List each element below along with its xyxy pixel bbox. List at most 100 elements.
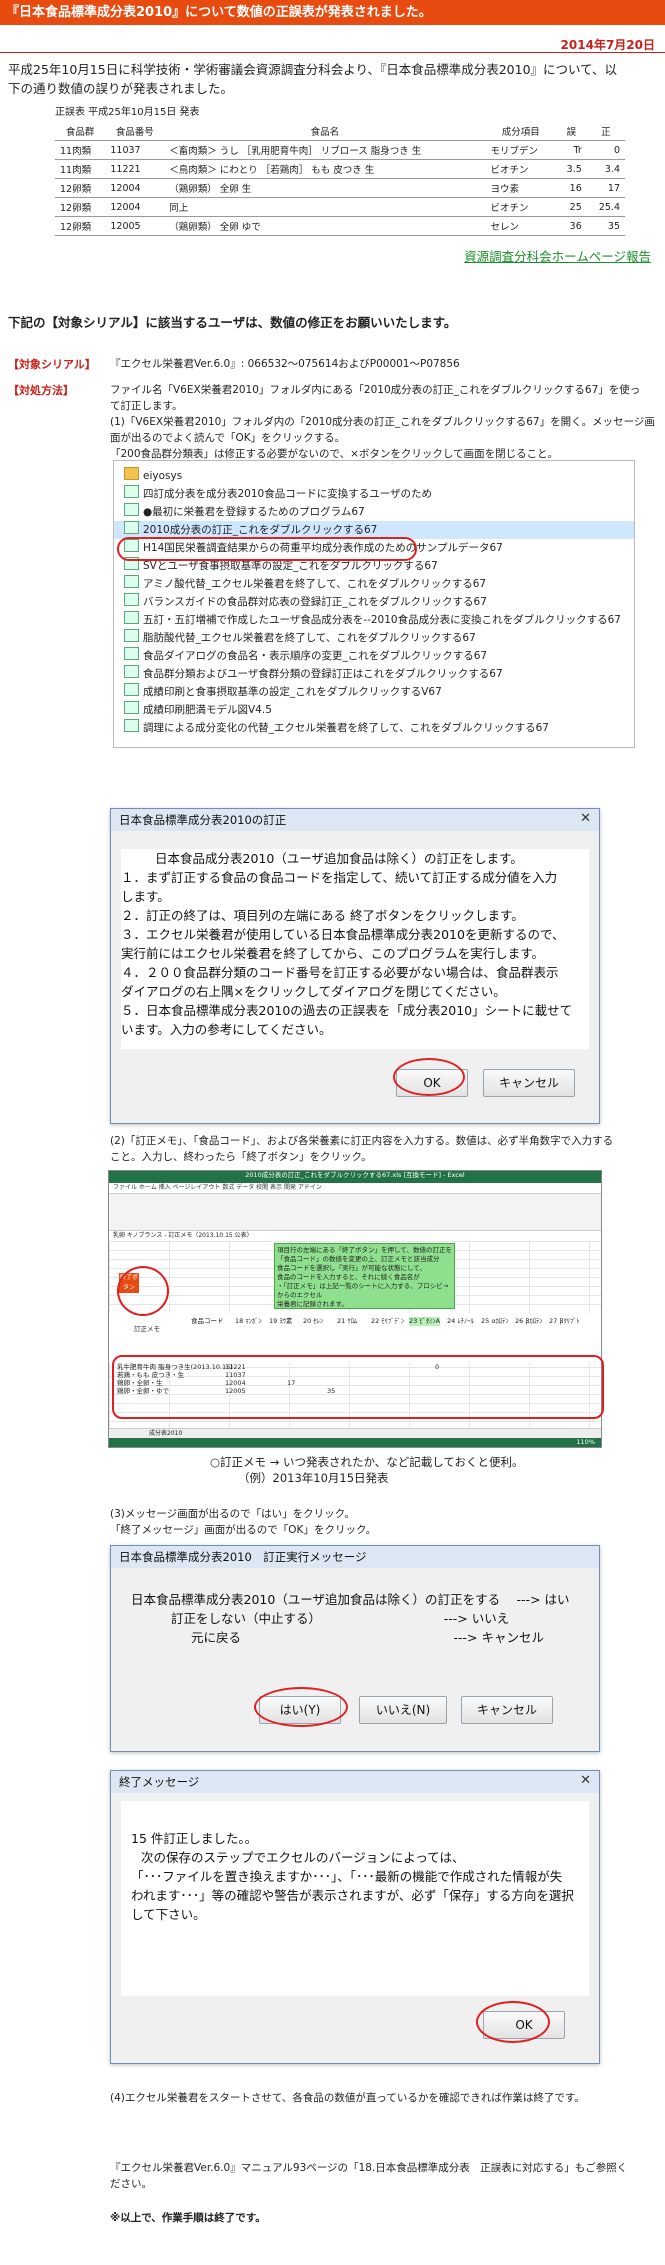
table-cell: 16 [556, 178, 587, 198]
file-item[interactable]: ●最初に栄養君を登録するためのプログラム67 [114, 503, 634, 521]
file-item-label: 脂肪酸代替_エクセル栄養君を終了して、これをダブルクリックする67 [143, 632, 476, 644]
col-code-header: 食品コード [191, 1317, 224, 1325]
excel-ribbon [109, 1194, 601, 1231]
notice-text: 下記の【対象シリアル】に該当するユーザは、数値の修正をお願いいたします。 [8, 315, 457, 330]
table-cell: 12卵類 [55, 197, 106, 217]
table-row: 11肉類 11037 ＜畜肉類＞ うし ［乳用肥育牛肉］ リブロース 脂身つき … [55, 140, 625, 160]
sheet-tab[interactable]: 成分表2010 [149, 1430, 182, 1437]
post-date: 2014年7月20日 [560, 38, 655, 52]
table-cell: 25.4 [586, 197, 625, 217]
col-header: 18 ﾏﾝｶﾞﾝ [235, 1317, 262, 1325]
file-item-label: 成績印刷肥満モデル図V4.5 [143, 704, 272, 716]
file-item-label: 五訂・五訂増補で作成したユーザ食品成分表を--2010食品成分表に変換これをダブ… [143, 614, 621, 626]
errata-header: 誤 [556, 122, 587, 141]
table-cell: 同上 [164, 197, 486, 217]
file-item[interactable]: 五訂・五訂増補で作成したユーザ食品成分表を--2010食品成分表に変換これをダブ… [114, 611, 634, 629]
dialog-title: 終了メッセージ [111, 1771, 599, 1793]
serial-label: 【対象シリアル】 [8, 358, 96, 371]
table-cell: セレン [485, 216, 556, 236]
col-header: 23 ﾋﾞﾀﾐﾝA [409, 1317, 441, 1326]
dialog-line: して下さい。 [131, 1907, 206, 1922]
table-cell: モリブデン [485, 140, 556, 160]
close-icon[interactable]: ✕ [580, 1773, 591, 1788]
sheet-tabs: 成分表2010 [109, 1428, 601, 1438]
manual-line: ださい。 [110, 2178, 152, 2190]
table-row: 11肉類 11221 ＜鳥肉類＞ にわとり ［若鶏肉］ もも 皮つき 生 ビオチ… [55, 159, 625, 179]
folder-item[interactable]: eiyosys [114, 467, 634, 485]
file-item-label: 四訂成分表を成分表2010食品コードに変換するユーザのため [143, 488, 433, 500]
errata-header: 正 [586, 122, 625, 141]
table-cell: （鶏卵類） 全卵 生 [164, 178, 486, 198]
dialog-line: します。 [121, 889, 170, 904]
table-cell: 3.5 [556, 159, 587, 179]
table-row: 12卵類 12004 （鶏卵類） 全卵 生 ヨウ素 16 17 [55, 178, 625, 198]
intro-text: 平成25年10月15日に科学技術・学術審議会資源調査分科会より、『日本食品標準成… [8, 60, 658, 98]
table-cell: 3.4 [586, 159, 625, 179]
close-icon[interactable]: ✕ [580, 811, 591, 826]
dialog-line: 日本食品標準成分表2010（ユーザ追加食品は除く）の訂正をする ---> はい [131, 1592, 570, 1607]
end-note: ※以上で、作業手順は終了です。 [110, 2212, 266, 2224]
errata-header: 成分項目 [485, 122, 556, 141]
intro-line-1: 平成25年10月15日に科学技術・学術審議会資源調査分科会より、『日本食品標準成… [8, 62, 618, 77]
note-line: ・「訂正メモ」は上記一覧のシートに入力する、プロシビ→からのエクセル [277, 1282, 449, 1299]
table-cell: 25 [556, 197, 587, 217]
file-icon [124, 683, 139, 696]
dialog-line: 実行前にはエクセル栄養君を終了してから、このプログラムを実行します。 [121, 946, 545, 961]
highlight-ring [476, 2001, 550, 2043]
note-line: 食品コードを選択し「実行」が可能な状態にして、 [277, 1264, 426, 1272]
file-item[interactable]: 脂肪酸代替_エクセル栄養君を終了して、これをダブルクリックする67 [114, 629, 634, 647]
table-cell: 12004 [105, 197, 165, 217]
dialog-title: 日本食品標準成分表2010の訂正 [111, 809, 599, 831]
col-header: 25 αｶﾛﾃﾝ [481, 1317, 509, 1325]
file-item-label: 食品ダイアログの食品名・表示順序の変更_これをダブルクリックする67 [143, 650, 488, 662]
manual-line: 『エクセル栄養君Ver.6.0』マニュアル93ページの「18.日本食品標準成分表… [110, 2162, 628, 2174]
zoom-level[interactable]: 110% [576, 1438, 595, 1446]
file-item[interactable]: 四訂成分表を成分表2010食品コードに変換するユーザのため [114, 485, 634, 503]
no-button[interactable]: いいえ(N) [359, 1696, 447, 1724]
folder-item-label: eiyosys [143, 470, 183, 482]
file-item[interactable]: 調理による成分変化の代替_エクセル栄養君を終了して、これをダブルクリックする67 [114, 719, 634, 737]
errata-header: 食品番号 [105, 122, 165, 141]
step3-line: (3)メッセージ画面が出るので「はい」をクリック。 [110, 1508, 355, 1520]
dialog-body: 日本食品標準成分表2010（ユーザ追加食品は除く）の訂正をする ---> はい … [131, 1590, 591, 1647]
table-cell: 17 [586, 178, 625, 198]
errata-table: 食品群 食品番号 食品名 成分項目 誤 正 11肉類 11037 ＜畜肉類＞ う… [55, 122, 625, 236]
method-line: て訂正します。 [110, 400, 183, 412]
file-item[interactable]: アミノ酸代替_エクセル栄養君を終了して、これをダブルクリックする67 [114, 575, 634, 593]
file-item[interactable]: 食品ダイアログの食品名・表示順序の変更_これをダブルクリックする67 [114, 647, 634, 665]
table-cell: 0 [586, 140, 625, 160]
file-item-label: 成績印刷と食事摂取基準の設定_これをダブルクリックするV67 [143, 686, 442, 698]
table-cell: 12004 [105, 178, 165, 198]
table-cell: 12卵類 [55, 178, 106, 198]
dialog-body: 15 件訂正しました。。 次の保存のステップでエクセルのバージョンによっては、 … [121, 1801, 589, 1996]
errata-header-row: 食品群 食品番号 食品名 成分項目 誤 正 [55, 122, 625, 141]
dialog-title: 日本食品標準成分表2010 訂正実行メッセージ [111, 1546, 599, 1568]
table-cell: 11221 [105, 159, 165, 179]
table-row: 12卵類 12004 同上 ビオチン 25 25.4 [55, 197, 625, 217]
cancel-button[interactable]: キャンセル [483, 1069, 575, 1097]
dialog-line: ２．訂正の終了は、項目列の左端にある 終了ボタンをクリックします。 [121, 908, 524, 923]
dialog-line: 元に戻る ---> キャンセル [191, 1630, 544, 1645]
folder-listing: eiyosys 四訂成分表を成分表2010食品コードに変換するユーザのため ●最… [113, 460, 635, 748]
table-cell: 11肉類 [55, 159, 106, 179]
method-line: ファイル名「V6EX栄養君2010」フォルダ内にある「2010成分表の訂正_これ… [110, 384, 641, 396]
file-item[interactable]: 食品群分類およびユーザ食群分類の登録訂正はこれをダブルクリックする67 [114, 665, 634, 683]
date-divider [0, 52, 665, 53]
file-icon [124, 665, 139, 678]
highlight-ring [112, 1355, 604, 1419]
dialog-line: 日本食品成分表2010（ユーザ追加食品は除く）の訂正をします。 [155, 851, 523, 866]
step3-text: (3)メッセージ画面が出るので「はい」をクリック。 「終了メッセージ」画面が出る… [110, 1506, 655, 1538]
highlight-ring [254, 1687, 348, 1727]
step2-line: こと。入力し、終わったら「終了ボタン」をクリック。 [110, 1151, 372, 1163]
report-link[interactable]: 資源調査分科会ホームページ報告 [464, 246, 651, 265]
col-header: 27 βｸﾘﾌﾟﾄ [549, 1317, 580, 1325]
errata-caption: 正誤表 平成25年10月15日 発表 [55, 107, 200, 118]
cancel-button[interactable]: キャンセル [461, 1696, 553, 1724]
file-icon [124, 719, 139, 732]
caption: ○訂正メモ → いつ発表されたか、など記載しておくと便利。 （例）2013年10… [210, 1454, 524, 1486]
file-icon [124, 503, 139, 516]
note-line: 栄養君に記録されます。 [277, 1300, 348, 1308]
file-item[interactable]: バランスガイドの食品群対応表の登録訂正_これをダブルクリックする67 [114, 593, 634, 611]
file-item[interactable]: 成績印刷肥満モデル図V4.5 [114, 701, 634, 719]
file-item[interactable]: 成績印刷と食事摂取基準の設定_これをダブルクリックするV67 [114, 683, 634, 701]
